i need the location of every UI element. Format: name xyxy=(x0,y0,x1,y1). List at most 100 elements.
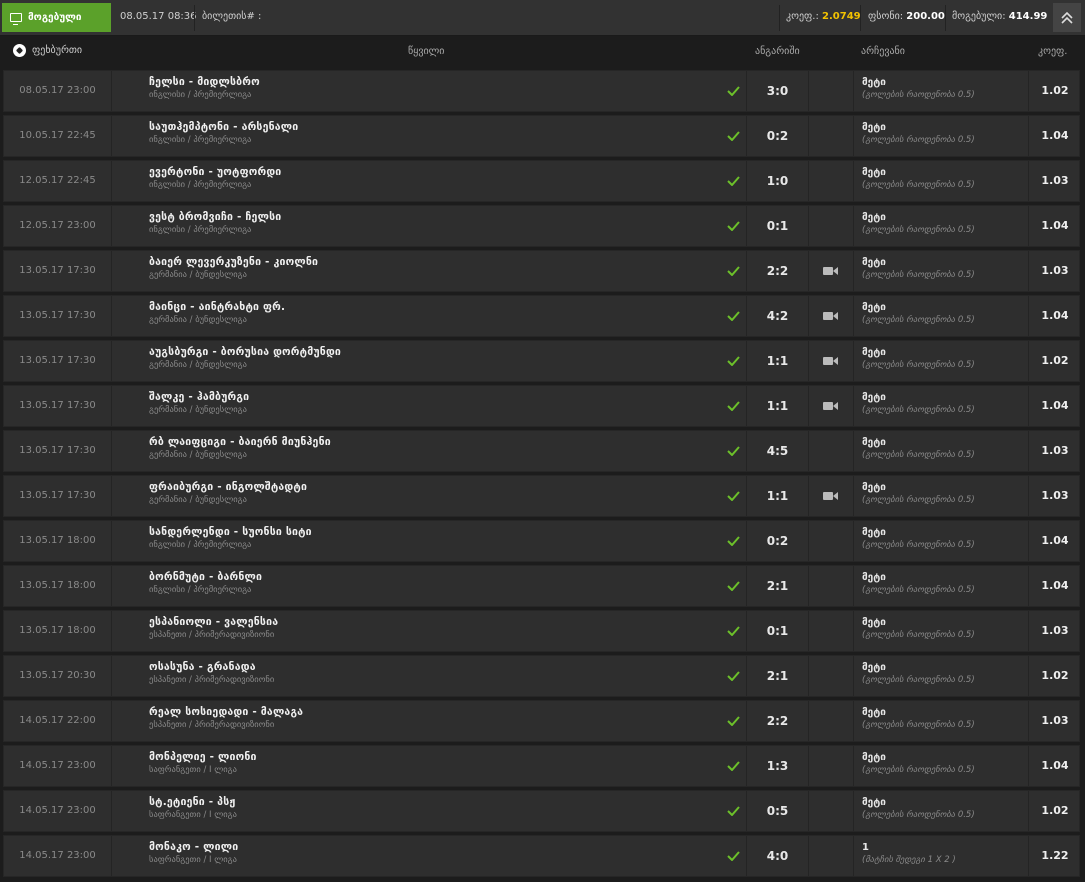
league-name: ინგლისი / პრემიერლიგა xyxy=(149,585,252,595)
event-cell: ესპანიოლი - ვალენსია ესპანეთი / პრიმერად… xyxy=(149,616,719,656)
checkmark-icon xyxy=(720,116,746,156)
video-cell xyxy=(809,161,854,201)
winnings-value: 414.99 xyxy=(1008,11,1048,22)
video-cell[interactable] xyxy=(809,296,854,336)
match-name: მონპელიე - ლიონი xyxy=(149,751,257,763)
league-name: საფრანგეთი / I ლიგა xyxy=(149,765,237,775)
table-row[interactable]: 12.05.17 23:00 ვესტ ბრომვიჩი - ჩელსი ინგ… xyxy=(3,205,1080,247)
table-row[interactable]: 14.05.17 23:00 მონაკო - ლილი საფრანგეთი … xyxy=(3,835,1080,877)
match-score: 1:1 xyxy=(746,341,809,381)
winnings: მოგებული: 414.99 xyxy=(952,11,1047,22)
bet-odds: 1.22 xyxy=(1028,836,1081,876)
bet-odds: 1.04 xyxy=(1028,746,1081,786)
table-row[interactable]: 14.05.17 22:00 რეალ სოსიედადი - მალაგა ე… xyxy=(3,700,1080,742)
checkmark-icon xyxy=(720,746,746,786)
event-cell: შალკე - ჰამბურგი გერმანია / ბუნდესლიგა xyxy=(149,391,719,431)
table-row[interactable]: 13.05.17 18:00 ბორნმუტი - ბარნლი ინგლისი… xyxy=(3,565,1080,607)
league-name: გერმანია / ბუნდესლიგა xyxy=(149,360,247,370)
match-date: 13.05.17 20:30 xyxy=(4,656,112,696)
match-date: 13.05.17 18:00 xyxy=(4,566,112,606)
video-cell[interactable] xyxy=(809,476,854,516)
match-name: აუგსბურგი - ბორუსია დორტმუნდი xyxy=(149,346,342,358)
league-name: ესპანეთი / პრიმერადივიზიონი xyxy=(149,630,275,640)
match-score: 3:0 xyxy=(746,71,809,111)
match-date: 13.05.17 17:30 xyxy=(4,386,112,426)
event-cell: ოსასუნა - გრანადა ესპანეთი / პრიმერადივი… xyxy=(149,661,719,701)
bet-market: (გოლების რაოდენობა 0.5) xyxy=(862,540,975,550)
video-camera-icon[interactable] xyxy=(823,266,839,276)
event-cell: მონპელიე - ლიონი საფრანგეთი / I ლიგა xyxy=(149,751,719,791)
bet-odds: 1.02 xyxy=(1028,71,1081,111)
bet-choice: მეტი (გოლების რაოდენობა 0.5) xyxy=(862,572,1027,612)
video-camera-icon[interactable] xyxy=(823,491,839,501)
table-row[interactable]: 13.05.17 20:30 ოსასუნა - გრანადა ესპანეთ… xyxy=(3,655,1080,697)
table-row[interactable]: 14.05.17 23:00 სტ.ეტიენი - პსჟ საფრანგეთ… xyxy=(3,790,1080,832)
table-row[interactable]: 08.05.17 23:00 ჩელსი - მიდლსბრო ინგლისი … xyxy=(3,70,1080,112)
bet-pick: მეტი xyxy=(862,77,886,88)
match-score: 0:5 xyxy=(746,791,809,831)
league-name: გერმანია / ბუნდესლიგა xyxy=(149,450,247,460)
video-camera-icon[interactable] xyxy=(823,401,839,411)
bet-market: (გოლების რაოდენობა 0.5) xyxy=(862,90,975,100)
video-cell[interactable] xyxy=(809,341,854,381)
video-cell xyxy=(809,71,854,111)
match-score: 2:2 xyxy=(746,251,809,291)
bet-choice: მეტი (გოლების რაოდენობა 0.5) xyxy=(862,122,1027,162)
bets-list: 08.05.17 23:00 ჩელსი - მიდლსბრო ინგლისი … xyxy=(3,70,1080,880)
table-row[interactable]: 13.05.17 18:00 სანდერლენდი - სუონსი სიტი… xyxy=(3,520,1080,562)
bet-odds: 1.02 xyxy=(1028,341,1081,381)
video-cell[interactable] xyxy=(809,386,854,426)
table-row[interactable]: 12.05.17 22:45 ევერტონი - უოტფორდი ინგლი… xyxy=(3,160,1080,202)
event-cell: ბაიერ ლევერკუზენი - კიოლნი გერმანია / ბუ… xyxy=(149,256,719,296)
checkmark-icon xyxy=(720,566,746,606)
event-cell: მონაკო - ლილი საფრანგეთი / I ლიგა xyxy=(149,841,719,881)
table-row[interactable]: 13.05.17 17:30 ფრაიბურგი - ინგოლშტადტი გ… xyxy=(3,475,1080,517)
won-status-tab[interactable]: მოგებული xyxy=(2,3,111,32)
table-header: ფეხბურთი წყვილი ანგარიში არჩევანი კოეფ. xyxy=(0,36,1085,68)
match-date: 14.05.17 23:00 xyxy=(4,791,112,831)
video-camera-icon[interactable] xyxy=(823,356,839,366)
bet-market: (გოლების რაოდენობა 0.5) xyxy=(862,630,975,640)
collapse-button[interactable] xyxy=(1053,3,1081,32)
bet-pick: 1 xyxy=(862,842,869,853)
match-score: 2:1 xyxy=(746,656,809,696)
match-score: 0:1 xyxy=(746,206,809,246)
table-row[interactable]: 13.05.17 17:30 შალკე - ჰამბურგი გერმანია… xyxy=(3,385,1080,427)
table-row[interactable]: 13.05.17 17:30 ბაიერ ლევერკუზენი - კიოლნ… xyxy=(3,250,1080,292)
bet-odds: 1.03 xyxy=(1028,476,1081,516)
video-camera-icon[interactable] xyxy=(823,311,839,321)
video-cell xyxy=(809,116,854,156)
match-date: 13.05.17 18:00 xyxy=(4,611,112,651)
bet-market: (მატჩის შედეგი 1 X 2 ) xyxy=(862,855,956,865)
bet-odds: 1.04 xyxy=(1028,296,1081,336)
ticket-number-label: ბილეთის# : xyxy=(202,11,262,22)
table-row[interactable]: 10.05.17 22:45 საუთჰემპტონი - არსენალი ი… xyxy=(3,115,1080,157)
bet-choice: მეტი (გოლების რაოდენობა 0.5) xyxy=(862,707,1027,747)
event-cell: ვესტ ბრომვიჩი - ჩელსი ინგლისი / პრემიერლ… xyxy=(149,211,719,251)
match-date: 13.05.17 18:00 xyxy=(4,521,112,561)
match-name: სანდერლენდი - სუონსი სიტი xyxy=(149,526,312,538)
match-name: ჩელსი - მიდლსბრო xyxy=(149,76,260,88)
video-cell xyxy=(809,206,854,246)
league-name: საფრანგეთი / I ლიგა xyxy=(149,855,237,865)
bet-choice: მეტი (გოლების რაოდენობა 0.5) xyxy=(862,77,1027,117)
bet-choice: მეტი (გოლების რაოდენობა 0.5) xyxy=(862,167,1027,207)
match-name: შალკე - ჰამბურგი xyxy=(149,391,250,403)
bet-odds: 1.03 xyxy=(1028,611,1081,651)
table-row[interactable]: 13.05.17 17:30 აუგსბურგი - ბორუსია დორტმ… xyxy=(3,340,1080,382)
bet-pick: მეტი xyxy=(862,392,886,403)
bet-odds: 1.04 xyxy=(1028,566,1081,606)
table-row[interactable]: 14.05.17 23:00 მონპელიე - ლიონი საფრანგე… xyxy=(3,745,1080,787)
match-score: 0:2 xyxy=(746,521,809,561)
table-row[interactable]: 13.05.17 17:30 რბ ლაიფციგი - ბაიერნ მიუნ… xyxy=(3,430,1080,472)
match-score: 4:2 xyxy=(746,296,809,336)
table-row[interactable]: 13.05.17 17:30 მაინცი - აინტრახტი ფრ. გე… xyxy=(3,295,1080,337)
event-cell: მაინცი - აინტრახტი ფრ. გერმანია / ბუნდეს… xyxy=(149,301,719,341)
video-cell[interactable] xyxy=(809,251,854,291)
video-cell xyxy=(809,611,854,651)
event-cell: ევერტონი - უოტფორდი ინგლისი / პრემიერლიგ… xyxy=(149,166,719,206)
bet-pick: მეტი xyxy=(862,617,886,628)
match-score: 1:1 xyxy=(746,386,809,426)
table-row[interactable]: 13.05.17 18:00 ესპანიოლი - ვალენსია ესპა… xyxy=(3,610,1080,652)
checkmark-icon xyxy=(720,431,746,471)
